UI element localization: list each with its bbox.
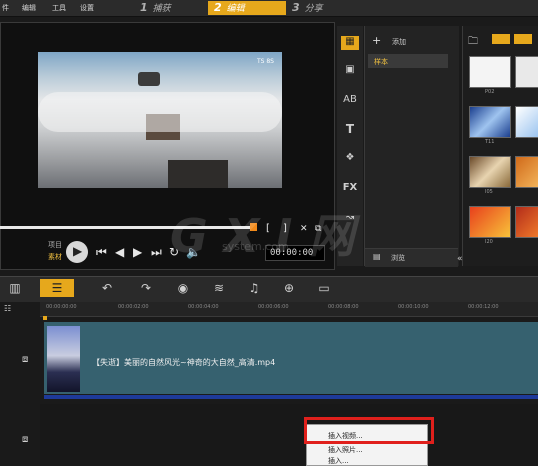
step-edit[interactable]: 2 编辑 bbox=[208, 1, 286, 15]
step-label: 分享 bbox=[304, 4, 323, 14]
step-label: 捕获 bbox=[152, 4, 171, 14]
ruler-tick: 00:00:12:00 bbox=[468, 304, 499, 310]
auto-music-icon[interactable]: ♫ bbox=[243, 279, 265, 297]
title-icon[interactable]: T bbox=[341, 122, 359, 136]
highlight-box bbox=[304, 417, 434, 444]
add-folder-label[interactable]: 添加 bbox=[392, 37, 406, 47]
audio-mixer-icon[interactable]: ≋ bbox=[208, 279, 230, 297]
insert-other-menu-item[interactable]: 插入... bbox=[328, 456, 349, 466]
project-mode-label[interactable]: 项目 bbox=[48, 240, 62, 250]
ruler-tick: 00:00:02:00 bbox=[118, 304, 149, 310]
ruler-tick: 00:00:00:00 bbox=[46, 304, 77, 310]
collapse-icon[interactable]: « bbox=[457, 254, 463, 264]
thumb-label: P02 bbox=[485, 89, 495, 95]
play-button[interactable]: ▶ bbox=[66, 241, 88, 263]
step-capture[interactable]: 1 捕获 bbox=[134, 1, 210, 15]
track-manager-icon[interactable]: ☷ bbox=[4, 304, 11, 313]
browse-label: 浏览 bbox=[391, 254, 405, 262]
ruler-tick: 00:00:06:00 bbox=[258, 304, 289, 310]
insert-photo-menu-item[interactable]: 插入照片... bbox=[328, 445, 363, 455]
thumb-label: T11 bbox=[485, 139, 495, 145]
menu-settings[interactable]: 设置 bbox=[80, 3, 94, 13]
step-number: 3 bbox=[292, 1, 300, 14]
clip-audio-bar bbox=[44, 395, 538, 399]
record-capture-icon[interactable]: ◉ bbox=[172, 279, 194, 297]
watermark: G X I 网 bbox=[170, 209, 355, 263]
video-preview: TS 8S bbox=[38, 52, 282, 188]
overlay-track[interactable] bbox=[40, 404, 538, 460]
browse-icon: ▤ bbox=[373, 252, 381, 261]
library-thumb[interactable] bbox=[469, 106, 511, 138]
storyboard-view-icon[interactable]: ▥ bbox=[4, 279, 26, 297]
step-share[interactable]: 3 分享 bbox=[286, 1, 362, 15]
go-start-icon[interactable]: ⏮ bbox=[96, 245, 107, 259]
step-number: 1 bbox=[140, 1, 148, 14]
cloud bbox=[38, 92, 282, 132]
go-end-icon[interactable]: ⏭ bbox=[151, 245, 162, 259]
clip-thumbnail bbox=[47, 326, 80, 392]
sample-folder[interactable]: 样本 bbox=[368, 54, 448, 68]
library-thumb[interactable] bbox=[469, 206, 511, 238]
clip-filename: 【失逝】美丽的自然风光~神奇的大自然_高清.mp4 bbox=[92, 358, 276, 367]
timeline-toolbar bbox=[0, 276, 538, 302]
mountain-peak bbox=[168, 160, 228, 188]
menu-edit[interactable]: 编辑 bbox=[22, 3, 36, 13]
menu-file[interactable]: 件 bbox=[2, 3, 9, 13]
video-track-icon[interactable]: ⧈ bbox=[22, 354, 28, 365]
menu-tools[interactable]: 工具 bbox=[52, 3, 66, 13]
ruler-tick: 00:00:08:00 bbox=[328, 304, 359, 310]
filter-icon[interactable]: FX bbox=[341, 182, 359, 196]
view-photo-toggle[interactable] bbox=[514, 34, 532, 44]
motion-track-icon[interactable]: ⊕ bbox=[278, 279, 300, 297]
undo-icon[interactable]: ↶ bbox=[96, 279, 118, 297]
redo-icon[interactable]: ↷ bbox=[135, 279, 157, 297]
view-video-toggle[interactable] bbox=[492, 34, 510, 44]
clip-mode-label[interactable]: 素材 bbox=[48, 252, 62, 262]
library-thumb[interactable] bbox=[469, 156, 511, 188]
ruler-tick: 00:00:10:00 bbox=[398, 304, 429, 310]
next-frame-icon[interactable]: ▶ bbox=[133, 245, 142, 259]
video-overlay-text: TS 8S bbox=[256, 58, 274, 65]
thumb-label: I20 bbox=[485, 239, 493, 245]
transition-icon[interactable]: AB bbox=[341, 94, 359, 108]
ruler-tick: 00:00:04:00 bbox=[188, 304, 219, 310]
sample-folder-label: 样本 bbox=[374, 58, 388, 66]
timeline-view-icon[interactable]: ☰ bbox=[40, 279, 74, 297]
watermark-sub: system.com bbox=[222, 240, 289, 253]
subtitle-icon[interactable]: ▭ bbox=[313, 279, 335, 297]
library-thumb[interactable] bbox=[515, 106, 538, 138]
library-thumb[interactable] bbox=[515, 206, 538, 238]
browse-button[interactable]: ▤ 浏览 bbox=[365, 248, 458, 267]
prev-frame-icon[interactable]: ◀ bbox=[115, 245, 124, 259]
graphics-icon[interactable]: ❖ bbox=[341, 152, 359, 166]
add-icon[interactable]: + bbox=[372, 34, 381, 47]
overlay-track-icon[interactable]: ⧈ bbox=[22, 434, 28, 445]
library-thumb[interactable] bbox=[515, 56, 538, 88]
step-number: 2 bbox=[214, 1, 222, 14]
instant-project-icon[interactable]: ▣ bbox=[341, 64, 359, 78]
library-thumb[interactable] bbox=[515, 156, 538, 188]
timeline-ruler[interactable] bbox=[40, 302, 538, 317]
thumb-label: I05 bbox=[485, 189, 493, 195]
play-icon: ▶ bbox=[73, 244, 83, 258]
mountain-peak bbox=[138, 72, 160, 86]
library-thumb[interactable] bbox=[469, 56, 511, 88]
folder-icon[interactable]: 🗀 bbox=[468, 34, 478, 51]
media-icon[interactable]: ▦ bbox=[341, 36, 359, 50]
step-label: 编辑 bbox=[226, 4, 245, 14]
